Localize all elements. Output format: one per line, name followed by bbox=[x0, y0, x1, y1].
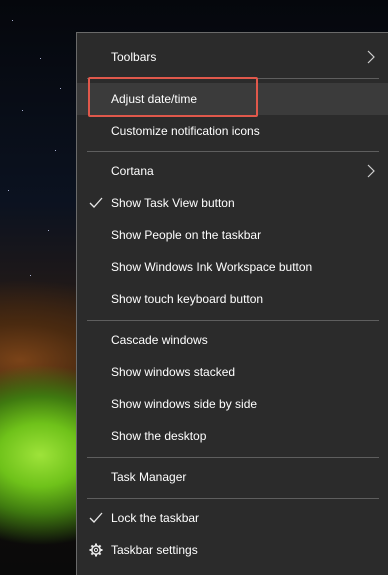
menu-separator bbox=[87, 457, 379, 458]
menu-item-show-touch-keyboard-button[interactable]: Show touch keyboard button bbox=[77, 283, 388, 315]
menu-item-label: Adjust date/time bbox=[111, 92, 198, 106]
menu-item-show-people-on-taskbar[interactable]: Show People on the taskbar bbox=[77, 219, 388, 251]
menu-item-cascade-windows[interactable]: Cascade windows bbox=[77, 324, 388, 356]
menu-item-show-windows-ink-workspace-button[interactable]: Show Windows Ink Workspace button bbox=[77, 251, 388, 283]
menu-item-task-manager[interactable]: Task Manager bbox=[77, 461, 388, 493]
menu-item-label: Show touch keyboard button bbox=[111, 292, 264, 306]
taskbar-context-menu: Toolbars Adjust date/time Customize noti… bbox=[76, 32, 388, 575]
menu-separator bbox=[87, 320, 379, 321]
menu-item-label: Show People on the taskbar bbox=[111, 228, 262, 242]
menu-item-label: Lock the taskbar bbox=[111, 511, 200, 525]
checkmark-icon bbox=[89, 197, 103, 208]
menu-item-adjust-date-time[interactable]: Adjust date/time bbox=[77, 83, 388, 115]
menu-item-show-task-view-button[interactable]: Show Task View button bbox=[77, 187, 388, 219]
menu-item-label: Show Windows Ink Workspace button bbox=[111, 260, 313, 274]
menu-separator bbox=[87, 498, 379, 499]
menu-item-cortana[interactable]: Cortana bbox=[77, 155, 388, 187]
menu-item-label: Show the desktop bbox=[111, 429, 207, 443]
menu-item-label: Taskbar settings bbox=[111, 543, 198, 557]
menu-item-lock-the-taskbar[interactable]: Lock the taskbar bbox=[77, 502, 388, 534]
menu-item-taskbar-settings[interactable]: Taskbar settings bbox=[77, 534, 388, 566]
menu-item-show-windows-stacked[interactable]: Show windows stacked bbox=[77, 356, 388, 388]
menu-item-label: Customize notification icons bbox=[111, 124, 260, 138]
menu-item-show-windows-side-by-side[interactable]: Show windows side by side bbox=[77, 388, 388, 420]
chevron-right-icon bbox=[367, 50, 375, 64]
menu-item-label: Show windows stacked bbox=[111, 365, 236, 379]
menu-item-show-the-desktop[interactable]: Show the desktop bbox=[77, 420, 388, 452]
menu-item-label: Cascade windows bbox=[111, 333, 208, 347]
menu-separator bbox=[87, 151, 379, 152]
menu-item-customize-notification-icons[interactable]: Customize notification icons bbox=[77, 115, 388, 147]
menu-item-label: Task Manager bbox=[111, 470, 187, 484]
menu-item-label: Show Task View button bbox=[111, 196, 235, 210]
menu-item-label: Show windows side by side bbox=[111, 397, 258, 411]
menu-separator bbox=[87, 78, 379, 79]
checkmark-icon bbox=[89, 512, 103, 523]
menu-item-toolbars[interactable]: Toolbars bbox=[77, 41, 388, 73]
gear-icon bbox=[89, 543, 103, 557]
chevron-right-icon bbox=[367, 164, 375, 178]
menu-item-label: Toolbars bbox=[111, 50, 157, 64]
menu-item-label: Cortana bbox=[111, 164, 154, 178]
